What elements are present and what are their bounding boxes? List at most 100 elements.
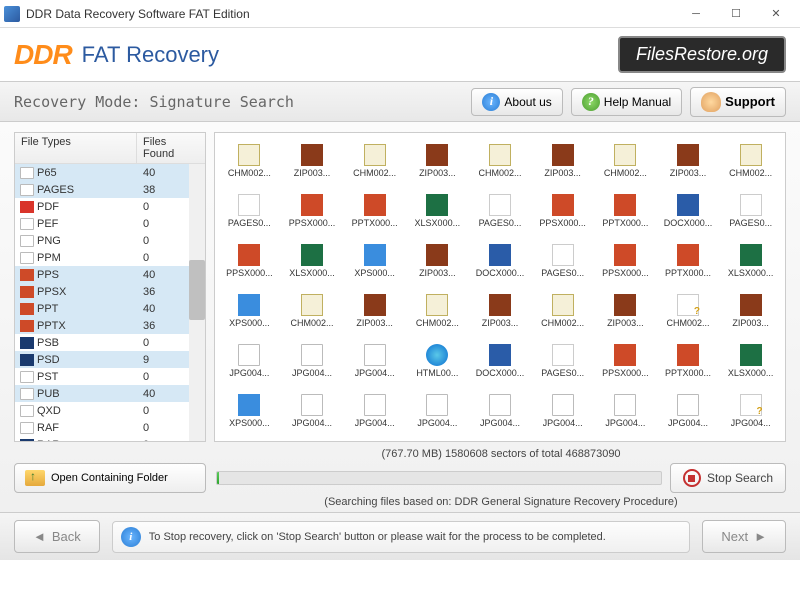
back-button[interactable]: ◄Back bbox=[14, 520, 100, 553]
file-item[interactable]: ZIP003... bbox=[219, 437, 280, 442]
file-item[interactable]: JPG004... bbox=[219, 337, 280, 385]
file-type-row[interactable]: PST0 bbox=[15, 368, 205, 385]
file-type-row[interactable]: PPT40 bbox=[15, 300, 205, 317]
file-item[interactable]: CHM002... bbox=[344, 137, 405, 185]
file-item[interactable]: PPSX000... bbox=[595, 337, 656, 385]
file-item[interactable]: CHM002... bbox=[595, 137, 656, 185]
file-item[interactable]: PPSX000... bbox=[219, 237, 280, 285]
file-item[interactable]: ZIP003... bbox=[282, 137, 343, 185]
scrollbar-track[interactable] bbox=[189, 164, 205, 441]
file-item[interactable]: DOCX000... bbox=[470, 337, 531, 385]
file-item[interactable]: JPG004... bbox=[282, 387, 343, 435]
file-type-row[interactable]: QXD0 bbox=[15, 402, 205, 419]
file-item[interactable]: DOCX000... bbox=[658, 187, 719, 235]
scrollbar-thumb[interactable] bbox=[189, 260, 205, 320]
file-item[interactable]: PPSX000... bbox=[282, 187, 343, 235]
file-icon bbox=[238, 144, 260, 166]
file-type-row[interactable]: PDF0 bbox=[15, 198, 205, 215]
minimize-button[interactable]: ─ bbox=[676, 2, 716, 26]
files-grid[interactable]: CHM002...ZIP003...CHM002...ZIP003...CHM0… bbox=[215, 133, 785, 442]
open-containing-folder-button[interactable]: Open Containing Folder bbox=[14, 463, 206, 493]
file-item[interactable]: CHM002... bbox=[470, 137, 531, 185]
file-item[interactable]: JPG004... bbox=[720, 387, 781, 435]
file-icon bbox=[489, 244, 511, 266]
file-type-row[interactable]: PPS40 bbox=[15, 266, 205, 283]
file-item[interactable]: PPTX000... bbox=[595, 187, 656, 235]
col-files-found[interactable]: Files Found bbox=[137, 133, 205, 163]
file-item[interactable]: XPS000... bbox=[344, 237, 405, 285]
file-item[interactable]: ZIP003... bbox=[470, 287, 531, 335]
file-type-row[interactable]: P6540 bbox=[15, 164, 205, 181]
file-label: XPS000... bbox=[354, 268, 395, 278]
file-item[interactable]: PPSX000... bbox=[532, 187, 593, 235]
maximize-button[interactable]: ☐ bbox=[716, 2, 756, 26]
file-type-row[interactable]: RAR0 bbox=[15, 436, 205, 441]
file-label: PPSX000... bbox=[602, 268, 649, 278]
file-item[interactable]: CHM002... bbox=[658, 287, 719, 335]
support-button[interactable]: Support bbox=[690, 87, 786, 117]
file-item[interactable]: JPG004... bbox=[470, 387, 531, 435]
file-item[interactable]: JPG004... bbox=[658, 387, 719, 435]
filetype-icon bbox=[20, 167, 34, 179]
file-item[interactable]: PAGES0... bbox=[219, 187, 280, 235]
file-item[interactable]: XPS000... bbox=[219, 287, 280, 335]
col-file-types[interactable]: File Types bbox=[15, 133, 137, 163]
file-item[interactable]: HTML00... bbox=[407, 337, 468, 385]
file-item[interactable]: XLSX000... bbox=[720, 337, 781, 385]
file-item[interactable]: PAGES0... bbox=[532, 237, 593, 285]
file-item[interactable]: ZIP003... bbox=[344, 287, 405, 335]
file-type-row[interactable]: PPM0 bbox=[15, 249, 205, 266]
open-folder-label: Open Containing Folder bbox=[51, 472, 168, 484]
file-item[interactable]: CHM002... bbox=[532, 287, 593, 335]
file-item[interactable]: ZIP003... bbox=[532, 137, 593, 185]
file-type-row[interactable]: PSB0 bbox=[15, 334, 205, 351]
file-item[interactable]: PAGES0... bbox=[720, 187, 781, 235]
file-item[interactable]: JPG004... bbox=[595, 387, 656, 435]
about-button[interactable]: iAbout us bbox=[471, 88, 562, 116]
file-item[interactable]: XPS000... bbox=[219, 387, 280, 435]
info-icon: i bbox=[121, 527, 141, 547]
file-item[interactable]: JPG004... bbox=[344, 387, 405, 435]
next-button[interactable]: Next► bbox=[702, 520, 786, 553]
file-types-list[interactable]: P6540PAGES38PDF0PEF0PNG0PPM0PPS40PPSX36P… bbox=[15, 164, 205, 441]
file-item[interactable]: PPTX000... bbox=[344, 187, 405, 235]
file-item[interactable]: XLSX000... bbox=[282, 237, 343, 285]
file-item[interactable]: PPTX000... bbox=[658, 237, 719, 285]
file-item[interactable]: XLSX000... bbox=[407, 187, 468, 235]
file-item[interactable]: CHM002... bbox=[407, 287, 468, 335]
file-type-row[interactable]: RAF0 bbox=[15, 419, 205, 436]
file-type-row[interactable]: PAGES38 bbox=[15, 181, 205, 198]
file-item[interactable]: ZIP003... bbox=[407, 137, 468, 185]
file-item[interactable]: CHM002... bbox=[282, 287, 343, 335]
stop-label: Stop Search bbox=[707, 471, 773, 485]
file-item[interactable]: JPG004... bbox=[407, 387, 468, 435]
file-item[interactable]: PAGES0... bbox=[532, 337, 593, 385]
stop-search-button[interactable]: Stop Search bbox=[670, 463, 786, 493]
file-item[interactable]: JPG004... bbox=[344, 337, 405, 385]
file-type-row[interactable]: PUB40 bbox=[15, 385, 205, 402]
file-item[interactable]: DOCX000... bbox=[470, 237, 531, 285]
file-item[interactable]: PPTX000... bbox=[658, 337, 719, 385]
file-type-row[interactable]: PPTX36 bbox=[15, 317, 205, 334]
file-type-row[interactable]: PPSX36 bbox=[15, 283, 205, 300]
help-button[interactable]: ?Help Manual bbox=[571, 88, 682, 116]
file-item[interactable]: ZIP003... bbox=[595, 287, 656, 335]
file-icon bbox=[552, 394, 574, 416]
file-item[interactable]: JPG004... bbox=[532, 387, 593, 435]
close-button[interactable]: ✕ bbox=[756, 2, 796, 26]
file-item[interactable]: JPG004... bbox=[282, 337, 343, 385]
file-item[interactable]: ZIP003... bbox=[720, 287, 781, 335]
help-label: Help Manual bbox=[604, 95, 671, 109]
file-item[interactable]: ZIP003... bbox=[407, 237, 468, 285]
file-item[interactable]: PPSX000... bbox=[595, 237, 656, 285]
footer: ◄Back i To Stop recovery, click on 'Stop… bbox=[0, 512, 800, 560]
file-item[interactable]: CHM002... bbox=[720, 137, 781, 185]
file-item[interactable]: ZIP003... bbox=[658, 137, 719, 185]
file-item[interactable]: CHM002... bbox=[219, 137, 280, 185]
filetype-name: PNG bbox=[37, 235, 143, 247]
file-type-row[interactable]: PNG0 bbox=[15, 232, 205, 249]
file-item[interactable]: PAGES0... bbox=[470, 187, 531, 235]
file-type-row[interactable]: PSD9 bbox=[15, 351, 205, 368]
file-item[interactable]: XLSX000... bbox=[720, 237, 781, 285]
file-type-row[interactable]: PEF0 bbox=[15, 215, 205, 232]
